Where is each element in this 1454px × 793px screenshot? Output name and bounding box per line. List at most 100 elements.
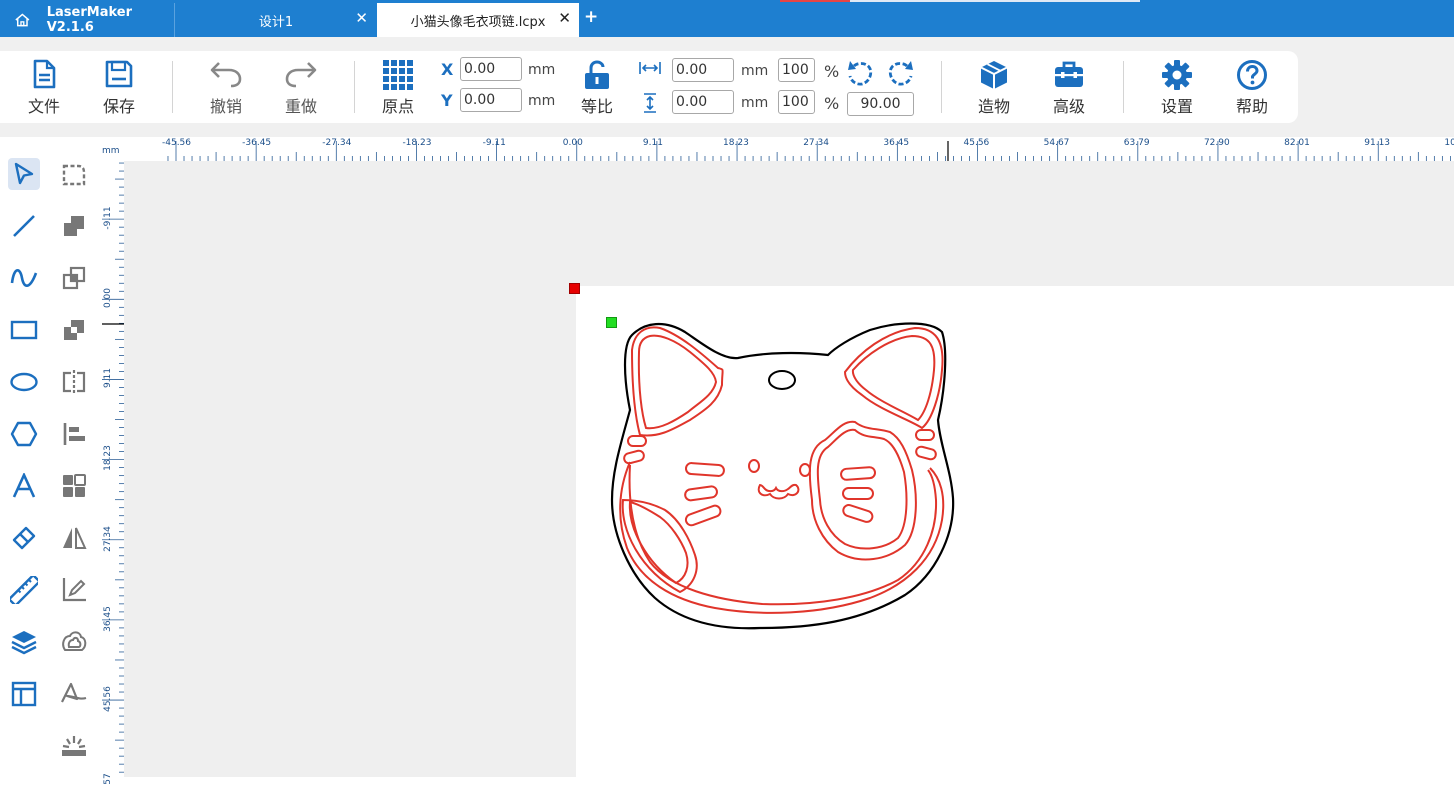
ruler-label: -18.23	[402, 138, 432, 148]
union-icon	[64, 216, 84, 236]
left-ear-outline[interactable]	[630, 326, 724, 437]
whisker-right[interactable]	[842, 487, 874, 500]
y-position-input[interactable]: 0.00	[460, 88, 522, 112]
origin-button[interactable]: 原点	[370, 59, 426, 117]
ellipse-tool-button[interactable]	[8, 366, 40, 398]
tab-cat-necklace[interactable]: 小猫头像毛衣项链.lcpx ✕	[377, 3, 579, 37]
combine-tool-button[interactable]	[58, 210, 90, 242]
crop-tool-button[interactable]	[58, 158, 90, 190]
align-tool-button[interactable]	[58, 418, 90, 450]
side-mark[interactable]	[915, 429, 935, 441]
tab-cat-necklace-close-icon[interactable]: ✕	[558, 11, 571, 26]
layout-icon	[11, 681, 37, 707]
measure-tool-button[interactable]	[8, 574, 40, 606]
ruler-label: 9.11	[642, 138, 663, 148]
build-button[interactable]: 造物	[966, 59, 1022, 117]
mirror-tool-button[interactable]	[58, 366, 90, 398]
curve-tool-button[interactable]	[8, 262, 40, 294]
ruler-label: 18.23	[103, 445, 113, 472]
ruler-label: 82.01	[1284, 138, 1310, 148]
signature-icon	[61, 682, 87, 703]
save-button[interactable]: 保存	[91, 59, 147, 117]
build-label: 造物	[977, 97, 1010, 116]
horizontal-ruler: mm -45.56 -36.45 -27.34 -18.23 -9.11 0.00 9.11…	[100, 137, 1454, 161]
whisker-right[interactable]	[840, 466, 877, 481]
subtract-tool-button[interactable]	[58, 314, 90, 346]
right-eye[interactable]	[799, 463, 811, 477]
rotate-ccw-icon[interactable]	[847, 58, 875, 88]
line-icon	[13, 215, 35, 237]
help-button[interactable]: 帮助	[1224, 59, 1280, 117]
undo-button[interactable]: 撤销	[198, 59, 254, 117]
gear-icon	[1162, 60, 1192, 90]
laser-tool-button[interactable]	[58, 730, 90, 762]
ruler-label: -27.34	[322, 138, 352, 148]
polygon-tool-button[interactable]	[8, 418, 40, 450]
help-icon	[1237, 60, 1267, 90]
rotation-input[interactable]: 90.00	[847, 92, 914, 116]
hanging-hole[interactable]	[768, 370, 796, 390]
settings-button[interactable]: 设置	[1149, 59, 1205, 117]
select-tool-button[interactable]	[8, 158, 40, 190]
offset-tool-button[interactable]	[58, 626, 90, 658]
y-unit: mm	[528, 93, 556, 109]
inner-face-contour[interactable]	[619, 461, 945, 614]
rectangle-tool-button[interactable]	[8, 314, 40, 346]
width-input[interactable]: 0.00	[672, 58, 734, 82]
right-cheek-patch[interactable]	[808, 420, 917, 561]
height-percent-input[interactable]: 100	[778, 90, 815, 114]
redo-button[interactable]: 重做	[273, 59, 329, 117]
save-icon	[105, 60, 133, 88]
whisker-left[interactable]	[684, 485, 718, 502]
left-cheek-patch[interactable]	[621, 498, 698, 594]
layers-icon	[11, 631, 37, 655]
tab-design-1[interactable]: 设计1 ✕	[176, 3, 376, 37]
layers-tool-button[interactable]	[8, 626, 40, 658]
new-tab-button[interactable]: +	[584, 9, 598, 26]
side-mark[interactable]	[915, 445, 937, 461]
sketch-tool-button[interactable]	[58, 574, 90, 606]
file-button[interactable]: 文件	[16, 59, 72, 117]
layout-tool-button[interactable]	[8, 678, 40, 710]
advanced-button[interactable]: 高级	[1041, 59, 1097, 117]
group-tool-button[interactable]	[58, 262, 90, 294]
design-canvas[interactable]	[124, 161, 1454, 777]
tab-home[interactable]: LaserMaker V2.1.6	[0, 3, 175, 37]
eraser-tool-button[interactable]	[8, 522, 40, 554]
whisker-left[interactable]	[684, 504, 722, 527]
left-eye[interactable]	[748, 459, 760, 473]
ruler-label: 0.00	[562, 138, 583, 148]
laser-burst-icon	[62, 736, 86, 756]
proportional-lock-button[interactable]: 等比	[569, 59, 625, 117]
mirror-icon	[62, 370, 86, 394]
ruler-label: 27.34	[803, 138, 829, 148]
curve-icon	[10, 269, 38, 287]
whisker-right[interactable]	[842, 504, 874, 524]
x-position-input[interactable]: 0.00	[460, 57, 522, 81]
array-tool-button[interactable]	[58, 470, 90, 502]
side-mark[interactable]	[627, 435, 647, 447]
eraser-icon	[12, 526, 36, 550]
line-tool-button[interactable]	[8, 210, 40, 242]
unlock-icon	[585, 60, 609, 89]
rotate-cw-icon[interactable]	[886, 58, 914, 88]
sign-tool-button[interactable]	[58, 678, 90, 710]
text-tool-button[interactable]	[8, 470, 40, 502]
tab-design-1-close-icon[interactable]: ✕	[355, 11, 368, 26]
whisker-left[interactable]	[684, 462, 725, 477]
ruler-label: 27.34	[103, 525, 113, 552]
mouth[interactable]	[757, 483, 800, 500]
right-ear-outline[interactable]	[843, 326, 944, 430]
width-percent-input[interactable]: 100	[778, 58, 815, 82]
separator	[172, 61, 173, 113]
title-bar: LaserMaker V2.1.6 设计1 ✕ 小猫头像毛衣项链.lcpx ✕ …	[0, 0, 1454, 37]
tab-design-1-label: 设计1	[258, 14, 294, 30]
side-mark[interactable]	[623, 449, 645, 465]
flip-tool-button[interactable]	[58, 522, 90, 554]
rectangle-icon	[10, 320, 38, 340]
cat-head-design[interactable]	[124, 161, 1454, 777]
height-input[interactable]: 0.00	[672, 90, 734, 114]
ruler-unit-label: mm	[102, 146, 120, 156]
flip-icon	[63, 527, 87, 549]
ruler-label: 18.23	[723, 138, 749, 148]
